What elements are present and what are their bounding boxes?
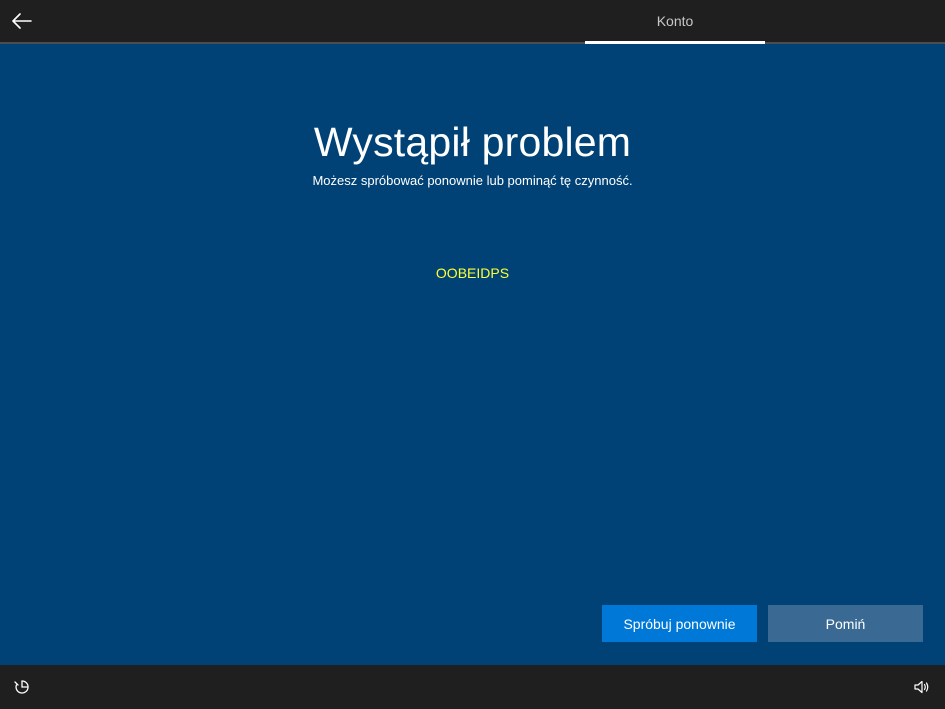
volume-button[interactable] [912, 677, 932, 697]
page-subtitle: Możesz spróbować ponownie lub pominąć tę… [312, 173, 633, 188]
ease-of-access-button[interactable] [12, 677, 32, 697]
main-content: Wystąpił problem Możesz spróbować ponown… [0, 44, 945, 665]
bottom-bar [0, 665, 945, 709]
ease-of-access-icon [14, 680, 29, 694]
page-title: Wystąpił problem [313, 119, 632, 165]
skip-button[interactable]: Pomiń [768, 605, 923, 642]
volume-icon [914, 680, 929, 694]
error-code: OOBEIDPS [435, 265, 510, 281]
retry-button[interactable]: Spróbuj ponownie [602, 605, 757, 642]
back-button[interactable] [8, 7, 36, 35]
tab-account: Konto [656, 13, 694, 29]
arrow-left-icon [12, 13, 32, 29]
top-bar: Konto [0, 0, 945, 44]
